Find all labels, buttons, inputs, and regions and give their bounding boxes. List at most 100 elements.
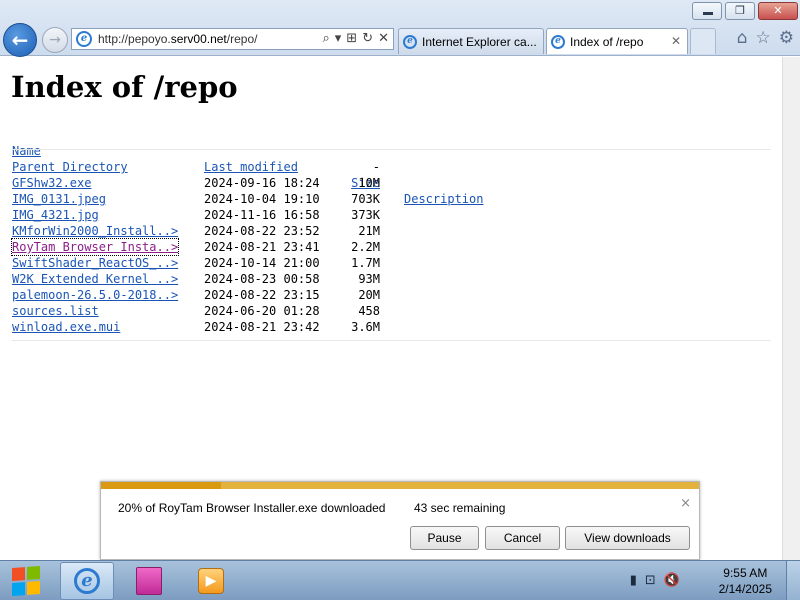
address-bar-icons: ⌕ ▾ ⊞ ↻ ✕ (322, 31, 389, 46)
search-icon[interactable]: ⌕ (322, 31, 329, 46)
footer-divider (12, 340, 771, 341)
file-link[interactable]: palemoon-26.5.0-2018..> (12, 287, 178, 303)
browser-chrome: ❐ ✕ ← → e http://pepoyo.serv00.net/repo/… (0, 0, 800, 57)
tab-internet-explorer[interactable]: e Internet Explorer ca... (398, 28, 544, 54)
tray-device-icon[interactable]: ▮ (630, 573, 637, 588)
file-modified: 2024-08-21 23:41 (204, 240, 320, 254)
taskbar-clock[interactable]: 9:55 AM 2/14/2025 (719, 565, 772, 597)
file-size: 10M (358, 176, 380, 190)
clock-time: 9:55 AM (723, 566, 768, 580)
close-window-button[interactable]: ✕ (758, 2, 798, 20)
media-player-icon: ▶ (205, 573, 217, 589)
show-desktop-button[interactable] (786, 561, 800, 600)
system-tray: ▮ ⊡ 🔇 (630, 573, 680, 588)
file-link[interactable]: sources.list (12, 303, 99, 319)
download-notification-bar: 20% of RoyTam Browser Installer.exe down… (100, 481, 700, 560)
tab-label: Internet Explorer ca... (422, 34, 537, 49)
file-link[interactable]: IMG_4321.jpg (12, 207, 99, 223)
table-row: RoyTam Browser Insta..> 2024-08-21 23:41 2… (10, 238, 380, 256)
file-link[interactable]: SwiftShader_ReactOS_..> (12, 255, 178, 271)
file-modified: 2024-08-23 00:58 (204, 272, 320, 286)
minimize-button[interactable] (692, 2, 722, 20)
vertical-scrollbar[interactable] (782, 57, 800, 560)
header-divider (12, 149, 771, 150)
table-header: Name Last modified Size Description (12, 127, 483, 206)
close-tab-icon[interactable]: ✕ (671, 34, 681, 48)
internet-explorer-icon: e (74, 568, 100, 594)
back-button[interactable]: ← (3, 23, 37, 57)
table-row: W2K Extended Kernel ..> 2024-08-23 00:58 9… (12, 271, 380, 287)
file-size: 3.6M (351, 320, 380, 334)
pause-button[interactable]: Pause (410, 526, 479, 550)
file-size: 2.2M (351, 240, 380, 254)
window-controls: ❐ ✕ (692, 2, 798, 20)
file-modified: 2024-08-21 23:42 (204, 320, 320, 334)
sort-by-name-link[interactable]: Name (12, 143, 41, 159)
favorites-star-icon[interactable]: ☆ (756, 28, 771, 48)
url-suffix: /repo/ (226, 32, 258, 46)
table-row: GFShw32.exe 2024-09-16 18:24 10M (12, 175, 380, 191)
file-link[interactable]: W2K Extended Kernel ..> (12, 271, 178, 287)
file-size: - (372, 160, 380, 174)
table-row: sources.list 2024-06-20 01:28 458 (12, 303, 380, 319)
taskbar-libraries[interactable] (136, 567, 162, 595)
refresh-icon[interactable]: ↻ (362, 31, 373, 46)
taskbar-internet-explorer[interactable]: e (60, 562, 114, 600)
table-row: palemoon-26.5.0-2018..> 2024-08-22 23:15 2… (12, 287, 380, 303)
address-url[interactable]: http://pepoyo.serv00.net/repo/ (98, 32, 257, 46)
dropdown-icon[interactable]: ▾ (335, 31, 342, 46)
file-link[interactable]: Parent Directory (12, 159, 128, 175)
directory-listing: Name Last modified Size Description Pare… (10, 127, 483, 335)
tab-index-of-repo[interactable]: e Index of /repo ✕ (546, 28, 688, 54)
stop-icon[interactable]: ✕ (378, 31, 389, 46)
file-size: 21M (358, 224, 380, 238)
network-icon[interactable]: ⊡ (645, 573, 656, 588)
file-size: 20M (358, 288, 380, 302)
page-title: Index of /repo (11, 70, 238, 104)
windows-logo-icon (27, 581, 40, 595)
close-icon: ✕ (773, 4, 783, 17)
volume-muted-icon[interactable]: 🔇 (664, 573, 680, 588)
file-size: 1.7M (351, 256, 380, 270)
sort-by-modified-link[interactable]: Last modified (204, 159, 298, 175)
file-modified: 2024-11-16 16:58 (204, 208, 320, 222)
home-icon[interactable]: ⌂ (737, 28, 748, 48)
minimize-icon (703, 12, 713, 15)
new-tab-button[interactable] (690, 28, 716, 54)
toolbar-right-icons: ⌂ ☆ ⚙ (737, 28, 794, 48)
file-modified: 2024-09-16 18:24 (204, 176, 320, 190)
file-modified: 2024-08-22 23:15 (204, 288, 320, 302)
cancel-button[interactable]: Cancel (485, 526, 560, 550)
file-modified: 2024-06-20 01:28 (204, 304, 320, 318)
ie-favicon-icon: e (76, 31, 92, 47)
file-modified: 2024-10-04 19:10 (204, 192, 320, 206)
file-size: 373K (351, 208, 380, 222)
start-button[interactable] (8, 563, 44, 600)
file-rows: Parent Directory - GFShw32.exe 2024-09-16 1… (10, 159, 380, 335)
compatibility-view-icon[interactable]: ⊞ (346, 31, 357, 46)
taskbar: e ▶ ▮ ⊡ 🔇 9:55 AM 2/14/2025 (0, 560, 800, 600)
table-row: IMG_0131.jpeg 2024-10-04 19:10 703K (12, 191, 380, 207)
file-size: 703K (351, 192, 380, 206)
file-link[interactable]: IMG_0131.jpeg (12, 191, 106, 207)
file-link[interactable]: GFShw32.exe (12, 175, 91, 191)
gear-icon[interactable]: ⚙ (779, 28, 794, 48)
file-link[interactable]: winload.exe.mui (12, 319, 120, 335)
taskbar-media-player[interactable]: ▶ (198, 568, 224, 594)
download-progress-bar (101, 482, 699, 489)
url-prefix: http://pepoyo. (98, 32, 171, 46)
file-size: 458 (358, 304, 380, 318)
download-progress-fill (101, 482, 221, 489)
restore-button[interactable]: ❐ (725, 2, 755, 20)
sort-by-description-link[interactable]: Description (404, 191, 483, 207)
tab-label: Index of /repo (570, 34, 644, 49)
close-download-bar-icon[interactable]: × (680, 496, 691, 511)
view-downloads-button[interactable]: View downloads (565, 526, 690, 550)
file-link[interactable]: RoyTam Browser Insta..> (10, 238, 180, 256)
file-link[interactable]: KMforWin2000_Install..> (12, 223, 178, 239)
windows-logo-icon (12, 582, 25, 596)
windows-logo-icon (27, 566, 40, 580)
windows-logo-icon (12, 567, 25, 581)
forward-button[interactable]: → (42, 27, 68, 53)
address-bar[interactable]: e http://pepoyo.serv00.net/repo/ ⌕ ▾ ⊞ ↻… (71, 28, 394, 50)
